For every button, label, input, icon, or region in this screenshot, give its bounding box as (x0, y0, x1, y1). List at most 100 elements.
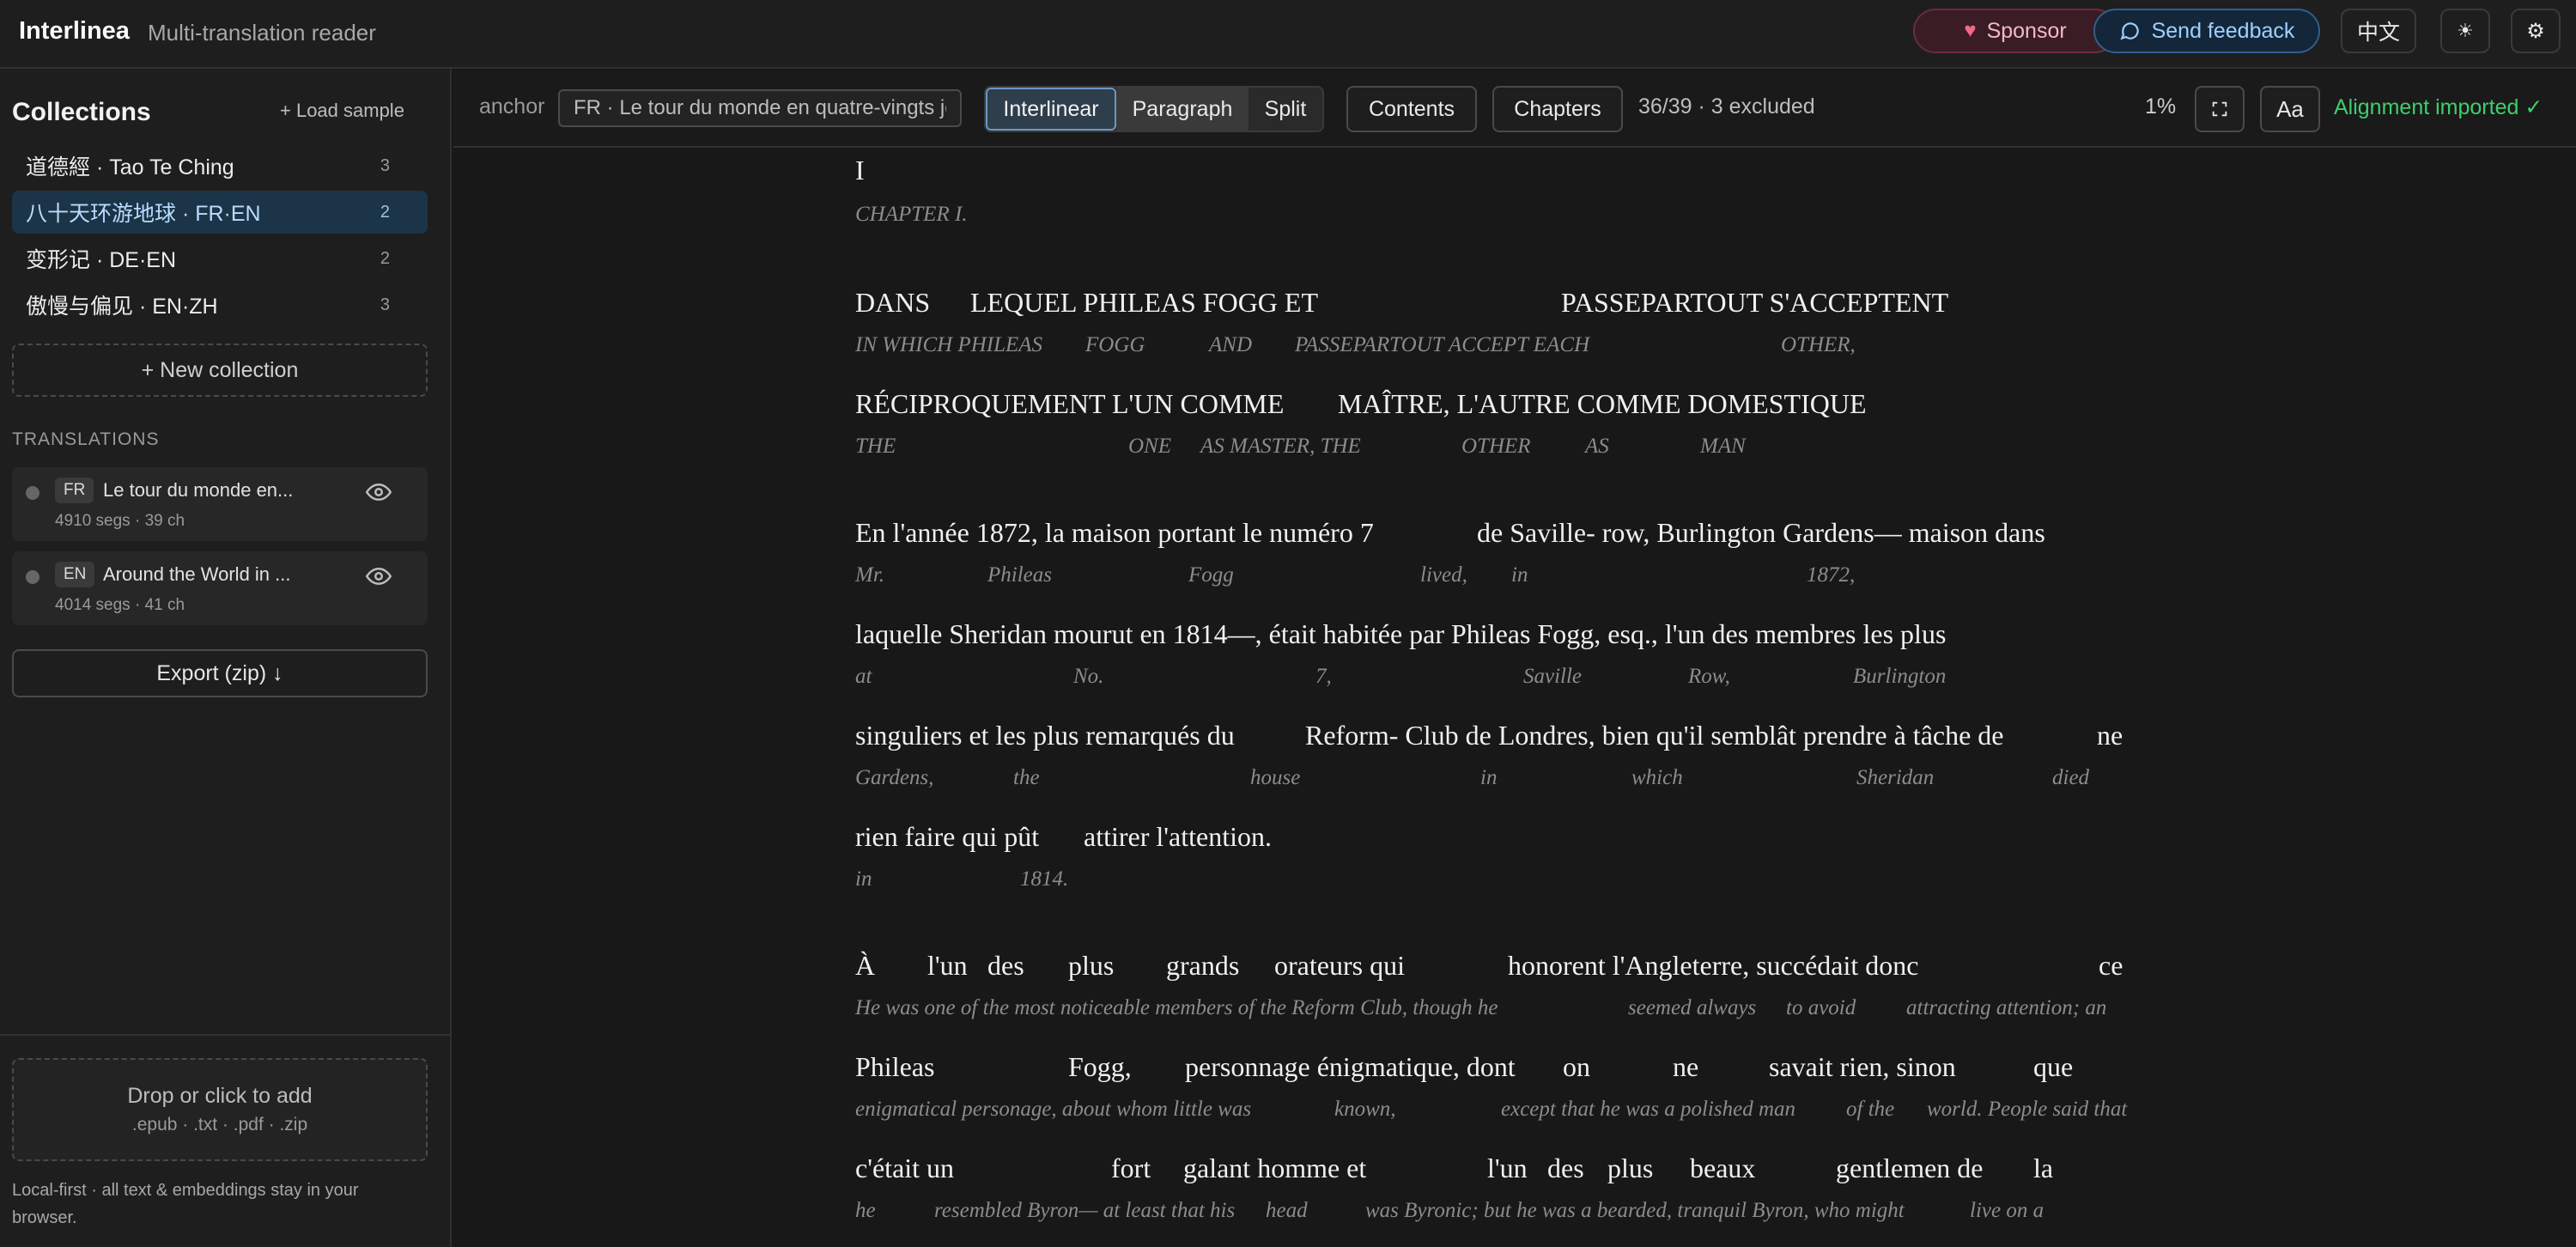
translation-segment: at (855, 665, 872, 688)
translation-segment: PASSEPARTOUT ACCEPT EACH (1295, 333, 1590, 356)
translation-segment: of the (1846, 1098, 1895, 1121)
translation-segment: AS (1585, 435, 1609, 458)
source-segment: on (1563, 1051, 1590, 1082)
view-mode-switch: Interlinear Paragraph Split (984, 86, 1324, 132)
language-toggle-button[interactable]: 中文 (2341, 9, 2416, 53)
translation-segment: seemed always (1628, 996, 1757, 1019)
translation-segment: house (1250, 766, 1301, 789)
font-size-button[interactable]: Aa (2260, 86, 2320, 132)
translation-segment: OTHER (1461, 435, 1531, 458)
drop-zone-formats: .epub · .txt · .pdf · .zip (131, 1115, 308, 1134)
collections-title: Collections (12, 98, 151, 126)
source-segment: LEQUEL PHILEAS FOGG ET (970, 287, 1318, 318)
translation-segment: No. (1073, 665, 1104, 688)
translation-meta: 4014 segs · 41 ch (55, 596, 185, 614)
translation-segment: Burlington (1853, 665, 1947, 688)
translation-segment: FOGG (1085, 333, 1145, 356)
collection-label: 变形记 · DE·EN (26, 248, 177, 272)
translation-segment: in (1480, 766, 1498, 789)
source-segment: PASSEPARTOUT S'ACCEPTENT (1561, 287, 1949, 318)
mode-paragraph-button[interactable]: Paragraph (1116, 88, 1249, 131)
drop-zone-title: Drop or click to add (127, 1084, 313, 1108)
source-segment: ce (2099, 950, 2123, 981)
source-segment: singuliers et les plus remarqués du (855, 720, 1235, 751)
translation-segment: Row, (1688, 665, 1730, 688)
translation-segment: Saville (1523, 665, 1583, 688)
translation-segment: which (1631, 766, 1683, 789)
collection-item[interactable]: 道德經 · Tao Te Ching 3 (12, 144, 428, 187)
send-feedback-button[interactable]: Send feedback (2093, 9, 2320, 53)
sponsor-button[interactable]: ♥ Sponsor (1913, 9, 2117, 53)
translation-segment: AS MASTER, THE (1200, 435, 1361, 458)
new-collection-button[interactable]: + New collection (12, 344, 428, 397)
source-segment: Fogg, (1068, 1051, 1132, 1082)
translation-segment: OTHER, (1781, 333, 1856, 356)
source-segment: En l'année 1872, la maison portant le nu… (855, 517, 1374, 548)
theme-toggle-button[interactable]: ☀ (2440, 9, 2490, 53)
translation-segment: AND (1209, 333, 1252, 356)
source-segment: MAÎTRE, L'AUTRE COMME DOMESTIQUE (1338, 388, 1867, 419)
collection-item[interactable]: 傲慢与偏见 · EN·ZH 3 (12, 283, 428, 326)
fullscreen-button[interactable] (2195, 86, 2245, 132)
source-segment: galant homme et (1183, 1153, 1367, 1183)
source-segment: plus (1607, 1153, 1654, 1183)
source-segment: honorent l'Angleterre, succédait donc (1508, 950, 1919, 981)
translation-segment: IN WHICH PHILEAS (855, 333, 1043, 356)
progress-percent: 1% (2145, 94, 2177, 119)
translation-segment: THE (855, 435, 896, 458)
translation-segment: 1872, (1807, 563, 1856, 587)
mode-interlinear-button[interactable]: Interlinear (986, 88, 1116, 131)
translation-card[interactable]: EN Around the World in ... 4014 segs · 4… (12, 551, 428, 625)
file-drop-zone[interactable]: Drop or click to add .epub · .txt · .pdf… (12, 1058, 428, 1161)
translation-segment: known, (1334, 1098, 1396, 1121)
language-code-badge: EN (55, 562, 95, 587)
sidebar: Collections + Load sample 道德經 · Tao Te C… (0, 69, 452, 1247)
collection-item-active[interactable]: 八十天环游地球 · FR·EN 2 (12, 191, 428, 234)
source-segment: plus (1068, 950, 1115, 981)
eye-icon[interactable] (364, 479, 393, 505)
reader-pane: I CHAPTER I. DANS LEQUEL PHILEAS FOGG ET… (453, 149, 2576, 1247)
translation-segment: CHAPTER I. (855, 203, 968, 226)
mode-split-button[interactable]: Split (1249, 88, 1322, 131)
eye-icon[interactable] (364, 563, 393, 589)
source-segment: que (2033, 1051, 2074, 1082)
source-segment: personnage énigmatique, dont (1185, 1051, 1516, 1082)
source-segment: RÉCIPROQUEMENT L'UN COMME (855, 388, 1285, 419)
translation-segment: world. People said that (1927, 1098, 2128, 1121)
collection-label: 傲慢与偏见 · EN·ZH (26, 295, 218, 319)
translation-segment: in (1511, 563, 1528, 587)
language-label: 中文 (2356, 21, 2400, 45)
translation-segment: Phileas (987, 563, 1052, 587)
translation-segment: was Byronic; but he was a bearded, tranq… (1365, 1199, 1905, 1222)
source-segment: gentlemen de (1836, 1153, 1984, 1183)
translation-segment: Gardens, (855, 766, 934, 789)
contents-button[interactable]: Contents (1346, 86, 1477, 132)
anchor-select[interactable] (558, 89, 962, 127)
source-segment: I (855, 155, 865, 186)
source-segment: À (855, 950, 876, 981)
translation-card[interactable]: FR Le tour du monde en... 4910 segs · 39… (12, 467, 428, 541)
font-size-icon: Aa (2276, 95, 2304, 122)
source-segment: DANS (855, 287, 931, 318)
source-segment: grands (1166, 950, 1240, 981)
status-dot (26, 486, 39, 500)
export-zip-button[interactable]: Export (zip) ↓ (12, 649, 428, 697)
send-feedback-label: Send feedback (2151, 18, 2295, 43)
translation-segment: the (1013, 766, 1040, 789)
collection-item[interactable]: 变形记 · DE·EN 2 (12, 237, 428, 280)
local-first-note: Local-first · all text & embeddings stay… (12, 1181, 359, 1227)
translation-segment: 7, (1315, 665, 1332, 688)
translation-segment: 1814. (1020, 867, 1069, 891)
settings-button[interactable]: ⚙ (2511, 9, 2561, 53)
translation-meta: 4910 segs · 39 ch (55, 512, 185, 530)
translation-segment: He was one of the most noticeable member… (855, 996, 1498, 1019)
translation-segment: in (855, 867, 872, 891)
reader-toolbar: anchor Interlinear Paragraph Split Conte… (453, 70, 2576, 148)
translation-segment: to avoid (1786, 996, 1856, 1019)
translation-segment: ONE (1128, 435, 1171, 458)
source-segment: l'un (1487, 1153, 1528, 1183)
chapters-button[interactable]: Chapters (1492, 86, 1623, 132)
source-segment: des (1547, 1153, 1584, 1183)
alignment-status: Alignment imported ✓ (2334, 95, 2543, 119)
load-sample-button[interactable]: + Load sample (280, 100, 404, 122)
